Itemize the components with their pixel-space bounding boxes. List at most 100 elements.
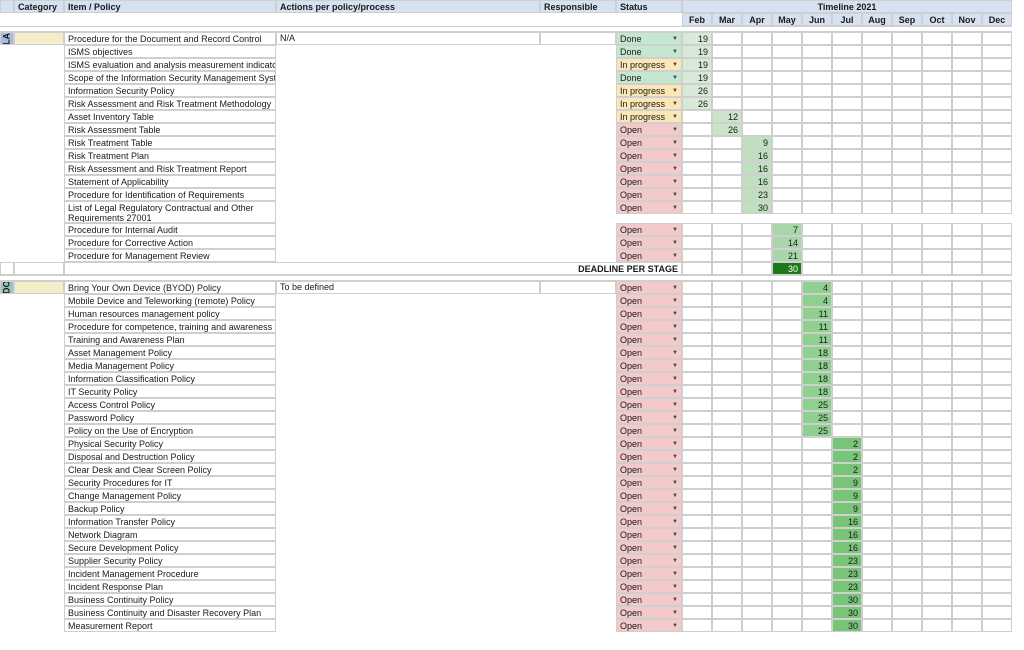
status-dropdown[interactable]: Open▼ [616, 175, 682, 188]
timeline-cell: 25 [802, 398, 832, 411]
timeline-cell-empty [802, 450, 832, 463]
status-dropdown[interactable]: Open▼ [616, 606, 682, 619]
timeline-cell: 23 [832, 567, 862, 580]
chevron-down-icon: ▼ [672, 400, 678, 411]
status-dropdown[interactable]: Open▼ [616, 320, 682, 333]
status-dropdown[interactable]: Open▼ [616, 372, 682, 385]
timeline-cell-empty [982, 201, 1012, 214]
status-dropdown[interactable]: Open▼ [616, 162, 682, 175]
status-dropdown[interactable]: Open▼ [616, 619, 682, 632]
status-dropdown[interactable]: Open▼ [616, 149, 682, 162]
timeline-cell-empty [922, 333, 952, 346]
timeline-cell-empty [832, 249, 862, 262]
status-dropdown[interactable]: Open▼ [616, 201, 682, 214]
status-dropdown[interactable]: In progress▼ [616, 84, 682, 97]
status-dropdown[interactable]: Open▼ [616, 515, 682, 528]
status-dropdown[interactable]: Open▼ [616, 294, 682, 307]
chevron-down-icon: ▼ [672, 112, 678, 123]
timeline-cell-empty [832, 71, 862, 84]
timeline-cell-empty [862, 502, 892, 515]
item-cell: Access Control Policy [64, 398, 276, 411]
status-dropdown[interactable]: Open▼ [616, 437, 682, 450]
status-dropdown[interactable]: Open▼ [616, 249, 682, 262]
status-dropdown[interactable]: Open▼ [616, 223, 682, 236]
status-dropdown[interactable]: Open▼ [616, 398, 682, 411]
timeline-cell-empty [832, 320, 862, 333]
status-dropdown[interactable]: Open▼ [616, 476, 682, 489]
status-dropdown[interactable]: Open▼ [616, 502, 682, 515]
status-dropdown[interactable]: Open▼ [616, 236, 682, 249]
status-dropdown[interactable]: Done▼ [616, 71, 682, 84]
timeline-cell-empty [712, 294, 742, 307]
timeline-cell-empty [682, 606, 712, 619]
chevron-down-icon: ▼ [672, 543, 678, 554]
status-label: Open [620, 439, 642, 449]
status-dropdown[interactable]: Open▼ [616, 333, 682, 346]
timeline-cell-empty [772, 463, 802, 476]
item-cell: Risk Assessment and Risk Treatment Metho… [64, 97, 276, 110]
timeline-cell-empty [892, 84, 922, 97]
timeline-cell-empty [862, 162, 892, 175]
item-cell: Incident Management Procedure [64, 567, 276, 580]
status-dropdown[interactable]: Done▼ [616, 32, 682, 45]
status-dropdown[interactable]: Open▼ [616, 136, 682, 149]
status-dropdown[interactable]: Done▼ [616, 45, 682, 58]
timeline-cell-empty [892, 201, 922, 214]
timeline-cell: 26 [682, 97, 712, 110]
timeline-cell-empty [832, 45, 862, 58]
status-dropdown[interactable]: Open▼ [616, 424, 682, 437]
status-dropdown[interactable]: Open▼ [616, 463, 682, 476]
timeline-cell-empty [772, 567, 802, 580]
status-dropdown[interactable]: In progress▼ [616, 97, 682, 110]
status-dropdown[interactable]: Open▼ [616, 567, 682, 580]
timeline-cell-empty [682, 175, 712, 188]
chevron-down-icon: ▼ [672, 151, 678, 162]
header-month-oct: Oct [922, 13, 952, 26]
status-dropdown[interactable]: Open▼ [616, 346, 682, 359]
timeline-cell: 4 [802, 281, 832, 294]
timeline-cell-empty [952, 162, 982, 175]
status-dropdown[interactable]: Open▼ [616, 281, 682, 294]
timeline-cell-empty [892, 424, 922, 437]
status-dropdown[interactable]: In progress▼ [616, 110, 682, 123]
timeline-cell-empty [772, 320, 802, 333]
status-dropdown[interactable]: Open▼ [616, 307, 682, 320]
timeline-cell-empty [712, 567, 742, 580]
status-dropdown[interactable]: Open▼ [616, 385, 682, 398]
timeline-cell-empty [922, 110, 952, 123]
status-dropdown[interactable]: Open▼ [616, 188, 682, 201]
status-dropdown[interactable]: Open▼ [616, 489, 682, 502]
status-dropdown[interactable]: Open▼ [616, 541, 682, 554]
status-label: Open [620, 225, 642, 235]
timeline-cell-empty [832, 223, 862, 236]
timeline-cell-empty [892, 236, 922, 249]
header-month-sep: Sep [892, 13, 922, 26]
timeline-cell-empty [682, 515, 712, 528]
timeline-cell-empty [802, 201, 832, 214]
timeline-cell-empty [952, 320, 982, 333]
item-cell: Procedure for Management Review [64, 249, 276, 262]
timeline-cell-empty [772, 346, 802, 359]
timeline-cell-empty [982, 97, 1012, 110]
status-dropdown[interactable]: Open▼ [616, 554, 682, 567]
status-dropdown[interactable]: Open▼ [616, 450, 682, 463]
timeline-cell-empty [922, 372, 952, 385]
item-cell: Risk Treatment Plan [64, 149, 276, 162]
status-dropdown[interactable]: Open▼ [616, 593, 682, 606]
status-dropdown[interactable]: Open▼ [616, 528, 682, 541]
status-dropdown[interactable]: Open▼ [616, 411, 682, 424]
status-dropdown[interactable]: In progress▼ [616, 58, 682, 71]
timeline-cell-empty [952, 606, 982, 619]
timeline-cell-empty [802, 97, 832, 110]
timeline-cell-empty [712, 424, 742, 437]
timeline-cell-empty [922, 606, 952, 619]
timeline-cell: 2 [832, 437, 862, 450]
timeline-cell-empty [742, 424, 772, 437]
status-dropdown[interactable]: Open▼ [616, 123, 682, 136]
timeline-cell-empty [982, 398, 1012, 411]
item-cell: Procedure for competence, training and a… [64, 320, 276, 333]
status-dropdown[interactable]: Open▼ [616, 580, 682, 593]
item-cell: Measurement Report [64, 619, 276, 632]
status-dropdown[interactable]: Open▼ [616, 359, 682, 372]
timeline-cell-empty [682, 424, 712, 437]
